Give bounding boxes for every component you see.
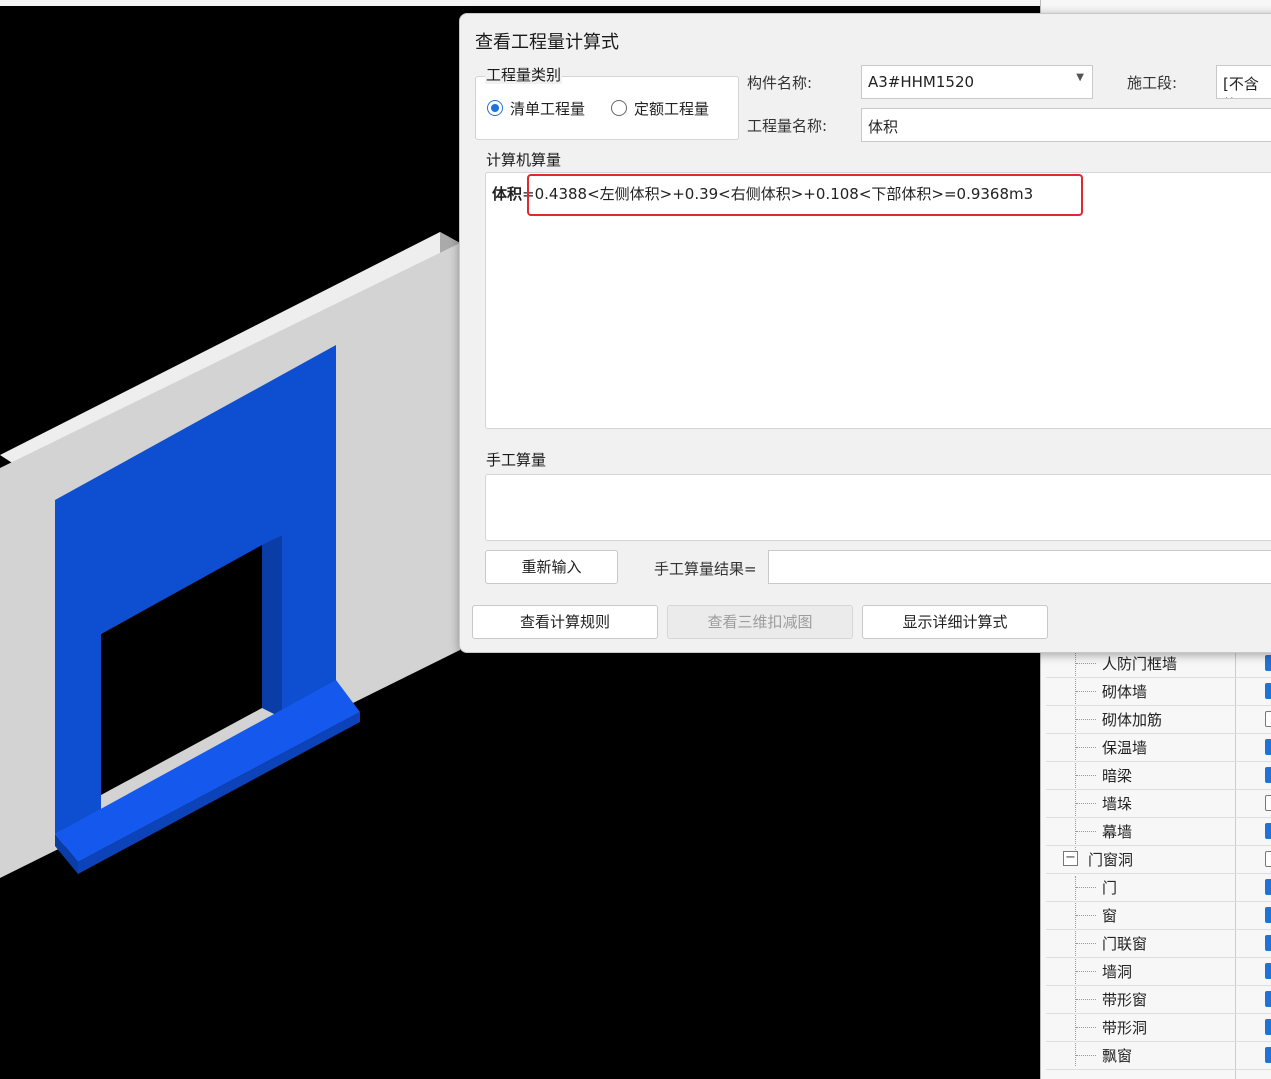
computer-calc-legend: 计算机算量 <box>485 151 563 169</box>
view-calc-rules-button[interactable]: 查看计算规则 <box>472 605 658 639</box>
construction-section-label: 施工段: <box>1127 74 1178 92</box>
tree-branch-line <box>1076 691 1096 692</box>
quantity-name-label: 工程量名称: <box>747 117 828 135</box>
tree-item-checkbox[interactable] <box>1265 795 1271 811</box>
tree-item-label: 墙洞 <box>1102 963 1133 981</box>
tree-item-checkbox[interactable] <box>1265 991 1271 1007</box>
tree-item-label: 砌体墙 <box>1102 683 1148 701</box>
tree-item-label: 砌体加筋 <box>1102 711 1163 729</box>
component-name-value: A3#HHM1520 <box>868 73 975 91</box>
quantity-name-field[interactable]: 体积 <box>861 108 1271 142</box>
tree-branch-line <box>1076 775 1096 776</box>
tree-item-checkbox[interactable] <box>1265 1047 1271 1063</box>
quantity-formula-dialog: 查看工程量计算式 工程量类别 清单工程量 定额工程量 构件名称: A3#HHM1… <box>459 13 1271 653</box>
door-jamb-inner <box>262 535 282 718</box>
tree-branch-line <box>1076 663 1096 664</box>
reenter-button[interactable]: 重新输入 <box>485 550 618 584</box>
tree-item-label: 门联窗 <box>1102 935 1148 953</box>
tree-branch-line <box>1076 999 1096 1000</box>
tree-item-label: 人防门框墙 <box>1102 655 1178 673</box>
tree-row[interactable]: 飘窗 <box>1046 1042 1271 1070</box>
tree-item-label: 窗 <box>1102 907 1118 925</box>
chevron-down-icon: ▼ <box>1076 72 1084 83</box>
tree-branch-line <box>1076 1055 1096 1056</box>
tree-item-checkbox[interactable] <box>1265 935 1271 951</box>
collapse-icon[interactable]: − <box>1063 851 1078 866</box>
component-name-select[interactable]: A3#HHM1520 ▼ <box>861 65 1093 99</box>
tree-branch-line <box>1076 1027 1096 1028</box>
quantity-type-legend: 工程量类别 <box>485 66 563 84</box>
tree-item-checkbox[interactable] <box>1265 907 1271 923</box>
construction-section-value: [不含施 <box>1223 75 1259 98</box>
tree-branch-line <box>1076 747 1096 748</box>
tree-item-checkbox[interactable] <box>1265 963 1271 979</box>
dialog-title: 查看工程量计算式 <box>475 32 619 53</box>
quantity-name-value: 体积 <box>868 118 899 136</box>
manual-calc-legend: 手工算量 <box>485 451 548 469</box>
tree-row[interactable]: 人防门框墙 <box>1046 650 1271 678</box>
manual-result-field[interactable] <box>768 550 1271 584</box>
manual-result-label: 手工算量结果= <box>654 560 757 578</box>
tree-branch-line <box>1076 803 1096 804</box>
tree-item-label: 门窗洞 <box>1088 851 1134 869</box>
construction-section-select[interactable]: [不含施 <box>1216 65 1271 99</box>
tree-row[interactable]: 门联窗 <box>1046 930 1271 958</box>
tree-item-label: 门 <box>1102 879 1118 897</box>
component-name-label: 构件名称: <box>747 74 813 92</box>
tree-row[interactable]: 暗梁 <box>1046 762 1271 790</box>
tree-row[interactable]: 保温墙 <box>1046 734 1271 762</box>
view-3d-deduction-button[interactable]: 查看三维扣减图 <box>667 605 853 639</box>
tree-item-checkbox[interactable] <box>1265 851 1271 867</box>
tree-row[interactable]: 砌体墙 <box>1046 678 1271 706</box>
radio-bill-quantity[interactable] <box>487 100 503 116</box>
tree-row[interactable]: 窗 <box>1046 902 1271 930</box>
tree-row[interactable]: 墙洞 <box>1046 958 1271 986</box>
tree-item-checkbox[interactable] <box>1265 655 1271 671</box>
tree-item-label: 保温墙 <box>1102 739 1148 757</box>
tree-row[interactable]: 带形窗 <box>1046 986 1271 1014</box>
tree-item-label: 幕墙 <box>1102 823 1133 841</box>
tree-row[interactable]: 门 <box>1046 874 1271 902</box>
tree-item-label: 墙垛 <box>1102 795 1133 813</box>
tree-row[interactable]: 幕墙 <box>1046 818 1271 846</box>
tree-item-checkbox[interactable] <box>1265 879 1271 895</box>
tree-item-checkbox[interactable] <box>1265 767 1271 783</box>
tree-item-label: 带形洞 <box>1102 1019 1148 1037</box>
tree-group-row[interactable]: − 门窗洞 <box>1046 846 1271 874</box>
tree-branch-line <box>1076 719 1096 720</box>
radio-quota-quantity[interactable] <box>611 100 627 116</box>
tree-row[interactable]: 带形洞 <box>1046 1014 1271 1042</box>
highlight-annotation-box <box>527 174 1083 216</box>
tree-branch-line <box>1076 887 1096 888</box>
tree-item-checkbox[interactable] <box>1265 711 1271 727</box>
tree-item-checkbox[interactable] <box>1265 823 1271 839</box>
tree-item-label: 飘窗 <box>1102 1047 1133 1065</box>
tree-row[interactable]: 墙垛 <box>1046 790 1271 818</box>
radio-bill-quantity-label[interactable]: 清单工程量 <box>510 98 585 119</box>
formula-name: 体积 <box>492 185 523 203</box>
tree-branch-line <box>1076 971 1096 972</box>
tree-branch-line <box>1076 943 1096 944</box>
tree-row[interactable]: 砌体加筋 <box>1046 706 1271 734</box>
tree-item-checkbox[interactable] <box>1265 683 1271 699</box>
tree-item-label: 带形窗 <box>1102 991 1148 1009</box>
tree-item-checkbox[interactable] <box>1265 1019 1271 1035</box>
tree-item-label: 暗梁 <box>1102 767 1133 785</box>
show-detail-formula-button[interactable]: 显示详细计算式 <box>862 605 1048 639</box>
manual-calc-input[interactable] <box>485 474 1271 541</box>
tree-item-checkbox[interactable] <box>1265 739 1271 755</box>
tree-branch-line <box>1076 831 1096 832</box>
tree-branch-line <box>1076 915 1096 916</box>
radio-quota-quantity-label[interactable]: 定额工程量 <box>634 98 709 119</box>
